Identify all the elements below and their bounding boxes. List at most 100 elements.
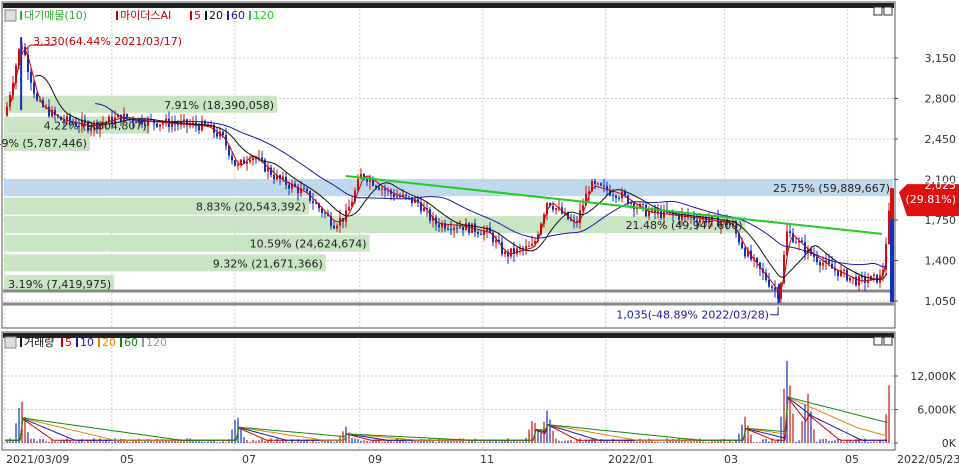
candle-body xyxy=(816,256,818,263)
candle-body xyxy=(423,207,425,212)
candle-body xyxy=(198,125,200,131)
candle-body xyxy=(48,106,50,117)
candle-body xyxy=(171,123,173,128)
date-tick-label: 05 xyxy=(120,453,134,466)
legend-swatch xyxy=(205,11,207,20)
candle-body xyxy=(648,211,650,217)
price-panel-titlebar xyxy=(3,3,894,8)
candle-body xyxy=(594,180,596,184)
volume-profile-label: 9.32% (21,671,366) xyxy=(213,257,323,270)
minimize-icon[interactable] xyxy=(873,336,883,346)
minimize-icon[interactable] xyxy=(873,6,883,16)
candle-body xyxy=(381,188,383,190)
candle-body xyxy=(447,228,449,230)
legend-swatch xyxy=(76,338,78,347)
candle-body xyxy=(867,280,869,283)
legend-swatch xyxy=(190,11,192,20)
price-tick-label: 1,400 xyxy=(925,255,957,268)
legend-item: 5 xyxy=(65,336,72,349)
candle-body xyxy=(510,248,512,257)
candle-body xyxy=(30,71,32,83)
candle-body xyxy=(888,210,890,245)
candle-body xyxy=(600,183,602,186)
close-icon[interactable] xyxy=(883,6,893,16)
candle-body xyxy=(789,231,791,233)
candle-body xyxy=(774,287,776,290)
volume-tick-label: 6,000K xyxy=(917,404,956,417)
candle-body xyxy=(438,224,440,228)
candle-body xyxy=(618,198,620,200)
volume-profile-label: 10.59% (24,624,674) xyxy=(250,238,367,251)
candle-body xyxy=(795,242,797,244)
legend-swatch xyxy=(98,338,100,347)
candle-body xyxy=(405,194,407,197)
low-marker-label: 1,035(-48.89% 2022/03/28) xyxy=(616,309,769,322)
legend-item: 마이더스AI xyxy=(120,9,171,22)
candle-body xyxy=(231,155,233,161)
candle-body xyxy=(450,228,452,231)
candle-body xyxy=(552,206,554,210)
price-tick-label: 2,450 xyxy=(925,133,957,146)
high-marker-label: 3,330(64.44% 2021/03/17) xyxy=(33,35,182,48)
panel-menu-icon xyxy=(4,336,17,349)
candle-body xyxy=(147,118,149,126)
legend-item: 120 xyxy=(146,336,167,349)
legend-item: 120 xyxy=(253,9,274,22)
legend-item: 5 xyxy=(194,9,201,22)
candle-body xyxy=(741,242,743,249)
price-axis: 3,1502,8002,4502,1001,7501,4001,0502,025… xyxy=(890,52,959,308)
candle-body xyxy=(642,204,644,206)
volume-profile-label: 2.49% (5,787,446) xyxy=(0,137,87,150)
current-change-label: (29.81%) xyxy=(905,193,956,206)
legend-swatch xyxy=(61,338,63,347)
candle-body xyxy=(849,277,851,281)
candle-body xyxy=(156,123,158,127)
candle-body xyxy=(459,226,461,229)
price-tick-label: 3,150 xyxy=(925,52,957,65)
date-tick-label: 11 xyxy=(480,453,494,466)
candle-body xyxy=(525,246,527,249)
candle-body xyxy=(603,185,605,187)
candle-body xyxy=(282,176,284,179)
candle-body xyxy=(504,251,506,255)
candle-body xyxy=(468,223,470,233)
candle-body xyxy=(453,227,455,231)
candle-body xyxy=(159,124,161,127)
candle-body xyxy=(306,188,308,192)
candle-body xyxy=(315,203,317,205)
candle-body xyxy=(33,82,35,94)
price-tick-label: 2,800 xyxy=(925,93,957,106)
price-panel-frame xyxy=(1,1,896,329)
candle-body xyxy=(396,196,398,198)
legend-swatch xyxy=(227,11,229,20)
legend-item: 20 xyxy=(102,336,116,349)
candle-body xyxy=(462,226,464,231)
legend-swatch xyxy=(116,11,118,20)
date-tick-label: 2022/01 xyxy=(608,453,654,466)
candle-body xyxy=(36,93,38,101)
candle-body xyxy=(630,203,632,205)
price-legend: 대기매물(10) 마이더스AI 5 20 60 120 xyxy=(4,9,274,22)
legend-item: 60 xyxy=(231,9,245,22)
volume-axis: 12,000K 6,000K 0K xyxy=(894,370,957,450)
candle-body xyxy=(393,194,395,198)
candle-body xyxy=(303,188,305,190)
volume-tick-label: 0K xyxy=(942,437,957,450)
close-icon[interactable] xyxy=(883,336,893,346)
candle-body xyxy=(516,248,518,255)
legend-swatch xyxy=(142,338,144,347)
volume-profile-label: 21.48% (49,947,600) xyxy=(626,219,743,232)
candle-body xyxy=(837,270,839,277)
volume-profile-label: 8.83% (20,543,392) xyxy=(196,201,306,214)
candle-body xyxy=(819,262,821,266)
legend-item: 거래량 xyxy=(24,336,54,349)
candle-body xyxy=(288,184,290,189)
candle-body xyxy=(624,191,626,196)
chart-canvas: 7.91% (18,390,058) 4.22% (9,804,807) 2.49%… xyxy=(0,1,959,466)
candle-body xyxy=(555,208,557,210)
candle-body xyxy=(378,187,380,190)
date-tick-label: 07 xyxy=(242,453,256,466)
price-tick-label: 1,050 xyxy=(925,295,957,308)
candle-body xyxy=(273,174,275,179)
candle-body xyxy=(324,213,326,215)
